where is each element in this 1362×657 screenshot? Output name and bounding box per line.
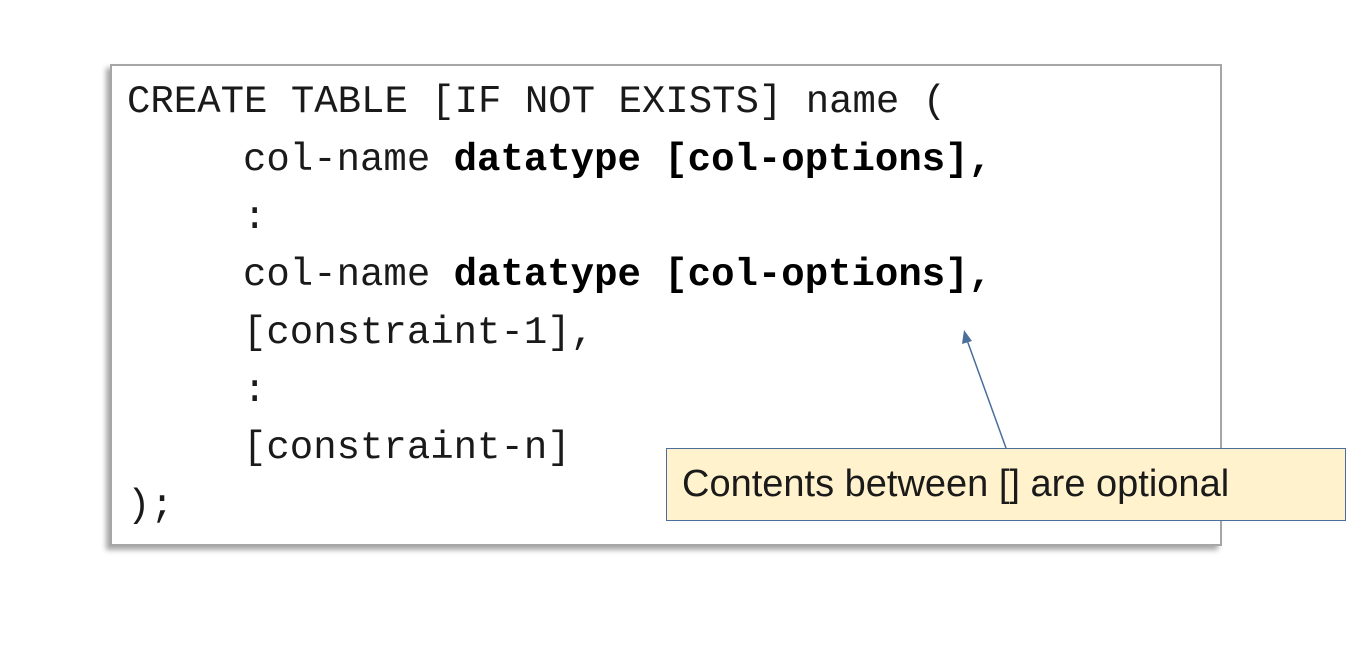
line-comma: , (968, 253, 992, 297)
code-line-constraint-n: [constraint-n] (243, 426, 571, 470)
datatype-options-text: datatype [col-options] (453, 138, 969, 182)
slide: CREATE TABLE [IF NOT EXISTS] name ( col-… (0, 0, 1362, 657)
column-name-text: col-name (243, 253, 454, 297)
callout-box: Contents between [] are optional (666, 448, 1346, 521)
code-line-constraint-1: [constraint-1], (243, 311, 595, 355)
code-line-create-table: CREATE TABLE [IF NOT EXISTS] name ( (127, 80, 947, 124)
datatype-options-text: datatype [col-options] (453, 253, 969, 297)
code-line-column-def-2: col-name datatype [col-options], (243, 251, 992, 299)
column-name-text: col-name (243, 138, 454, 182)
code-line-ellipsis-1: : (243, 196, 267, 240)
code-line-ellipsis-2: : (243, 369, 267, 413)
line-comma: , (968, 138, 992, 182)
code-line-close: ); (127, 484, 174, 528)
code-line-column-def-1: col-name datatype [col-options], (243, 136, 992, 184)
